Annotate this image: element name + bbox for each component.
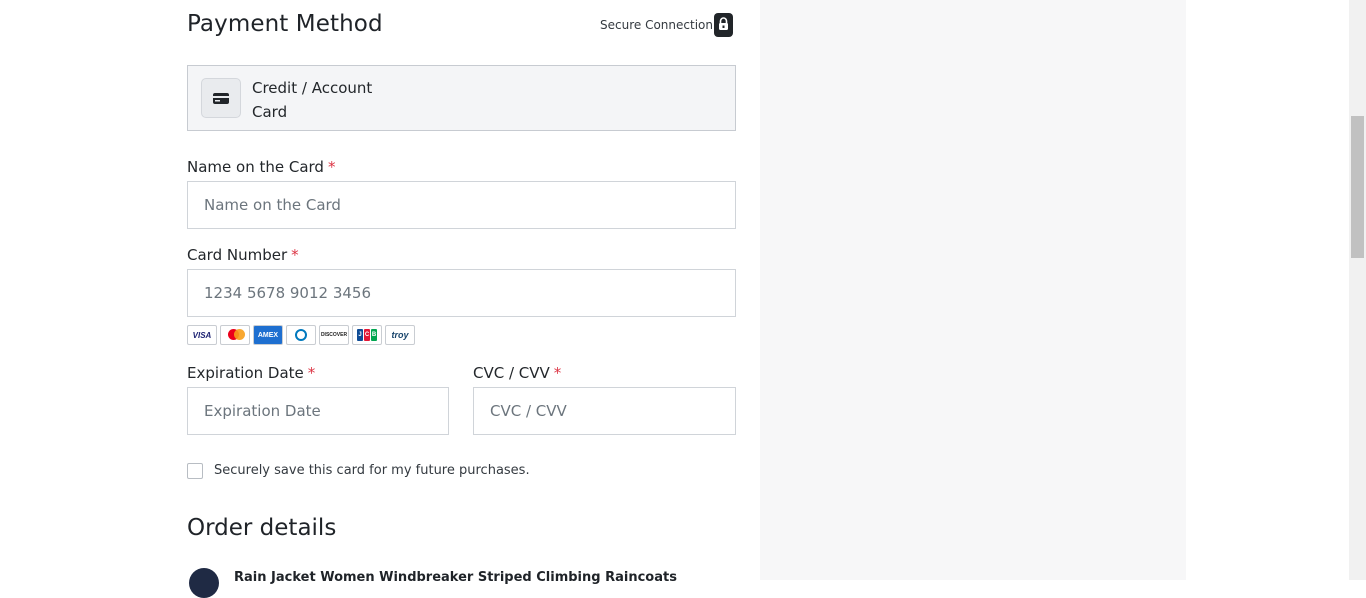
required-marker: * bbox=[327, 158, 336, 176]
card-number-label: Card Number * bbox=[187, 246, 299, 264]
expiration-date-input[interactable] bbox=[187, 387, 449, 435]
product-thumbnail bbox=[189, 568, 219, 598]
amex-logo-icon: AMEX bbox=[253, 325, 283, 345]
scrollbar-thumb[interactable] bbox=[1351, 116, 1364, 258]
diners-logo-icon bbox=[286, 325, 316, 345]
secure-connection-label: Secure Connection bbox=[600, 18, 713, 32]
page-scrollbar[interactable] bbox=[1349, 0, 1366, 580]
label-text: Expiration Date bbox=[187, 364, 304, 382]
order-details-title: Order details bbox=[187, 515, 337, 541]
cvc-label: CVC / CVV * bbox=[473, 364, 561, 382]
cvc-input[interactable] bbox=[473, 387, 736, 435]
card-number-input[interactable] bbox=[187, 269, 736, 317]
payment-method-title: Payment Method bbox=[187, 11, 383, 37]
lock-icon bbox=[714, 13, 733, 37]
label-text: Card Number bbox=[187, 246, 288, 264]
jcb-logo-icon: J C B bbox=[352, 325, 382, 345]
discover-logo-icon: DISCOVER bbox=[319, 325, 349, 345]
card-brand-logos: VISA AMEX DISCOVER J C B troy bbox=[187, 325, 415, 345]
label-text: CVC / CVV bbox=[473, 364, 550, 382]
jcb-letter: C bbox=[364, 329, 370, 341]
visa-logo-icon: VISA bbox=[187, 325, 217, 345]
required-marker: * bbox=[553, 364, 562, 382]
name-on-card-input[interactable] bbox=[187, 181, 736, 229]
name-on-card-label: Name on the Card * bbox=[187, 158, 335, 176]
jcb-letter: J bbox=[357, 329, 363, 341]
payment-option-credit-card[interactable]: Credit / Account Card bbox=[187, 65, 736, 131]
required-marker: * bbox=[291, 246, 299, 264]
save-card-label[interactable]: Securely save this card for my future pu… bbox=[214, 463, 530, 478]
mastercard-logo-icon bbox=[220, 325, 250, 345]
credit-card-icon bbox=[201, 78, 241, 118]
label-text: Name on the Card bbox=[187, 158, 324, 176]
product-title[interactable]: Rain Jacket Women Windbreaker Striped Cl… bbox=[234, 570, 677, 585]
jcb-letter: B bbox=[371, 329, 377, 341]
save-card-checkbox[interactable] bbox=[187, 463, 203, 479]
expiration-date-label: Expiration Date * bbox=[187, 364, 315, 382]
order-summary-panel bbox=[760, 0, 1186, 580]
required-marker: * bbox=[307, 364, 316, 382]
troy-logo-icon: troy bbox=[385, 325, 415, 345]
payment-option-label: Credit / Account Card bbox=[252, 79, 373, 121]
